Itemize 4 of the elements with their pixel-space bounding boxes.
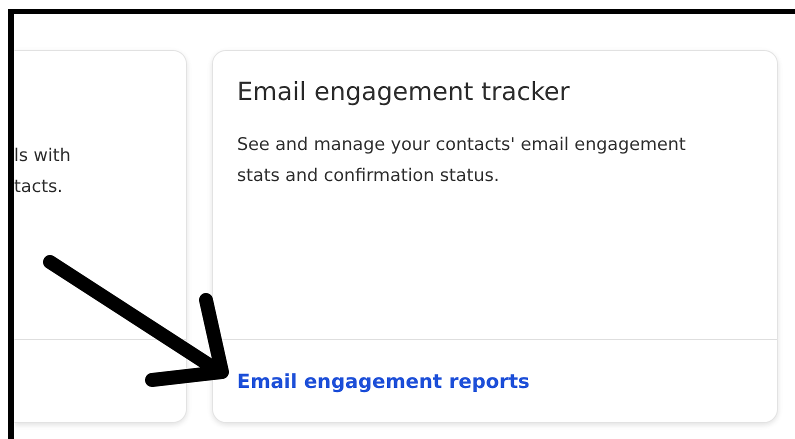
card-description: See and manage your contacts' email engagement stats and confirmation status. <box>237 134 687 188</box>
card-description: ls with tacts. <box>14 145 72 199</box>
card-title: Email engagement tracker <box>237 77 571 106</box>
reports-link[interactable]: Email engagement reports <box>237 370 530 392</box>
